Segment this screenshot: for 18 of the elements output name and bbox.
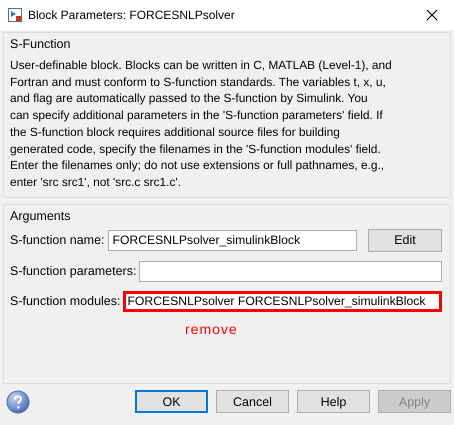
field-label: S-function parameters: [10, 264, 136, 278]
close-icon[interactable] [426, 9, 438, 21]
text-field[interactable]: FORCESNLPsolver_simulinkBlock [108, 230, 357, 251]
dialog-button[interactable]: Help [297, 390, 370, 414]
description-text: User-definable block. Blocks can be written in C, MATLAB (Level-1), and Fortran and must conform to S-function standards. The variables t, x, u, and flag are automatically passed to the S-function by Simulink. You can specify additional parameters in the 'S-function parameters' field. If the S-function block requires additional source files for building generated code, specify the filenames in the 'S-function modules' field. Enter the filenames only; do not use extensions or full pathnames, e.g., enter 'src src1', not 'src.c src1.c'. [10, 57, 393, 191]
dialog-button[interactable]: Cancel [216, 390, 289, 414]
text-field[interactable] [139, 260, 442, 282]
group-title: S-Function [10, 37, 70, 51]
annotation-text: remove [185, 320, 238, 337]
field-label: S-function modules: [10, 294, 120, 308]
text-field[interactable]: FORCESNLPsolver FORCESNLPsolver_simulinkBlock [123, 290, 442, 312]
window-title: Block Parameters: FORCESNLPsolver [28, 8, 236, 22]
group-title: Arguments [10, 208, 70, 223]
dialog-button[interactable]: OK [135, 390, 208, 414]
edit-button[interactable]: Edit [368, 228, 442, 252]
block-icon [8, 8, 22, 22]
help-icon[interactable] [6, 390, 30, 414]
field-label: S-function name: [10, 233, 104, 248]
